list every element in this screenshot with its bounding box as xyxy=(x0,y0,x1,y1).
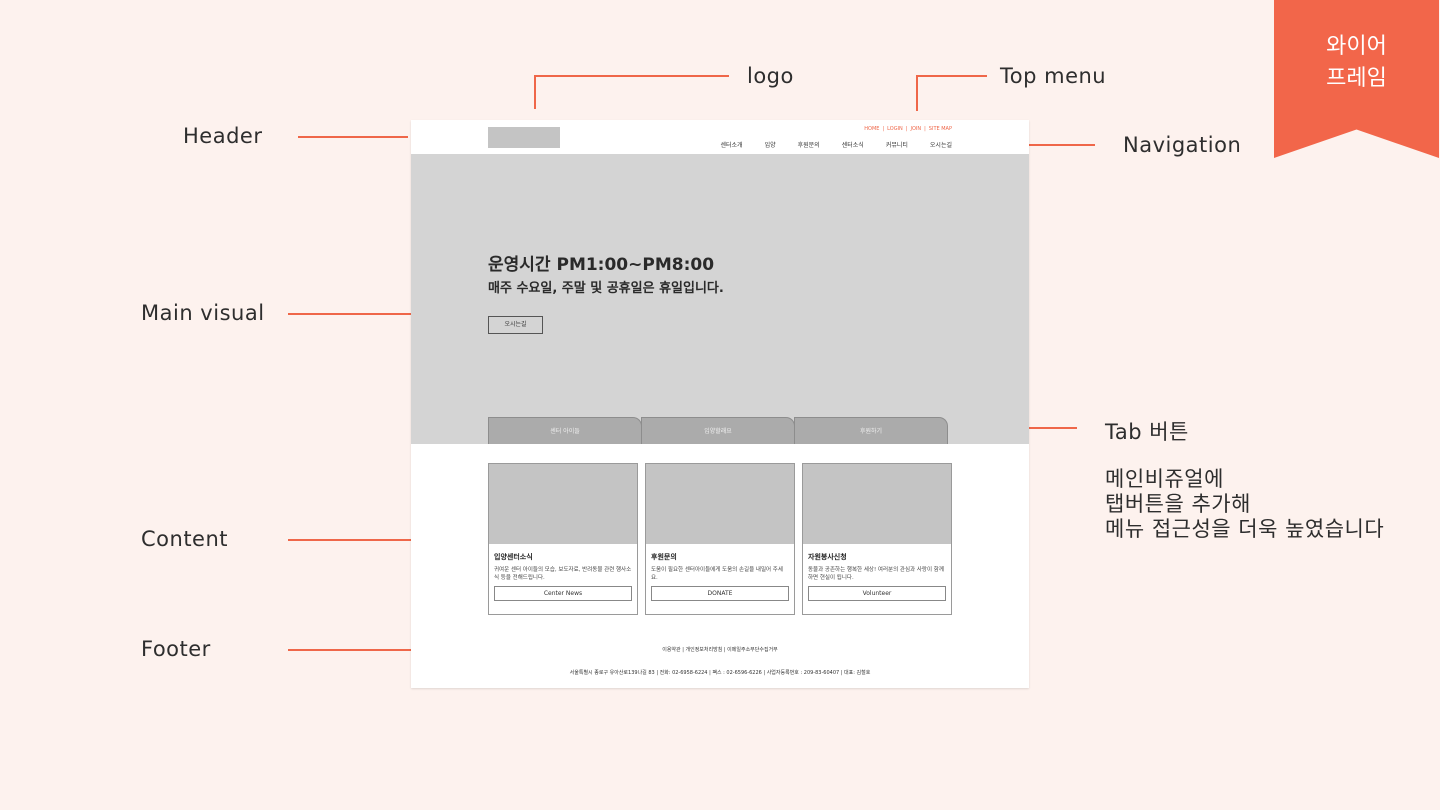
card-title: 후원문의 xyxy=(651,553,677,561)
tab-note-line-2: 탭버튼을 추가해 xyxy=(1105,492,1251,516)
card-volunteer: 자원봉사신청 동물과 공존하는 행복한 세상! 여러분의 관심과 사랑이 함께하… xyxy=(802,463,952,615)
wireframe-badge: 와이어 프레임 xyxy=(1274,0,1439,158)
top-menu: HOME | LOGIN | JOIN | SITE MAP xyxy=(864,126,952,132)
tab-note-line-3: 메뉴 접근성을 더욱 높였습니다 xyxy=(1105,517,1385,541)
badge-line-2: 프레임 xyxy=(1326,66,1387,91)
visual-headline: 운영시간 PM1:00~PM8:00 xyxy=(488,255,715,275)
wireframe-page: HOME | LOGIN | JOIN | SITE MAP 센터소개 입양 후… xyxy=(411,120,1029,688)
footer-address: 서울특별시 종로구 유아산로139나길 83 | 전화: 02-6958-622… xyxy=(569,670,871,676)
top-menu-home[interactable]: HOME xyxy=(864,126,879,132)
header-leader xyxy=(298,136,408,138)
card-description: 도움이 필요한 센터아이들에게 도움의 손길을 내밀어 주세요. xyxy=(651,567,783,581)
nav-item-donation-inquiry[interactable]: 후원문의 xyxy=(798,140,820,149)
top-menu-login[interactable]: LOGIN xyxy=(887,126,903,132)
card-title: 입양센터소식 xyxy=(494,553,533,561)
tab-donate[interactable]: 후원하기 xyxy=(794,417,948,444)
directions-button[interactable]: 오시는길 xyxy=(488,316,543,334)
footer-leader xyxy=(288,649,413,651)
main-navigation: 센터소개 입양 후원문의 센터소식 커뮤니티 오시는길 xyxy=(720,140,952,149)
badge-line-1: 와이어 xyxy=(1326,34,1387,59)
volunteer-button[interactable]: Volunteer xyxy=(808,586,946,601)
annotation-logo: logo xyxy=(747,64,794,88)
card-description: 귀여운 센터 아이들의 모습, 보도자료, 반려동물 관련 행사소식 등을 전해… xyxy=(494,567,632,581)
top-menu-leader-h xyxy=(916,75,987,77)
card-title: 자원봉사신청 xyxy=(808,553,847,561)
tab-center-animals[interactable]: 센터 아이들 xyxy=(488,417,642,444)
footer-links[interactable]: 이용약관 | 개인정보처리방침 | 이메일주소무단수집거부 xyxy=(411,646,1029,653)
annotation-footer: Footer xyxy=(141,637,211,661)
visual-subline: 매주 수요일, 주말 및 공휴일은 휴일입니다. xyxy=(488,281,724,296)
annotation-content: Content xyxy=(141,527,229,551)
annotation-main-visual: Main visual xyxy=(141,301,265,325)
nav-item-center-news[interactable]: 센터소식 xyxy=(842,140,864,149)
nav-item-adoption[interactable]: 입양 xyxy=(765,140,776,149)
nav-item-community[interactable]: 커뮤니티 xyxy=(886,140,908,149)
content-leader xyxy=(288,539,413,541)
nav-item-directions[interactable]: 오시는길 xyxy=(930,140,952,149)
tab-adopt[interactable]: 입양할래요 xyxy=(641,417,795,444)
top-menu-leader-v xyxy=(916,75,918,111)
annotation-tab-button: Tab 버튼 xyxy=(1105,420,1189,444)
top-menu-sitemap[interactable]: SITE MAP xyxy=(929,126,952,132)
main-visual: 운영시간 PM1:00~PM8:00 매주 수요일, 주말 및 공휴일은 휴일입… xyxy=(411,154,1029,444)
card-adoption-news: 입양센터소식 귀여운 센터 아이들의 모습, 보도자료, 반려동물 관련 행사소… xyxy=(488,463,638,615)
card-image-placeholder xyxy=(646,464,794,544)
card-image-placeholder xyxy=(489,464,637,544)
visual-tabs: 센터 아이들 입양할래요 후원하기 xyxy=(488,417,948,444)
top-menu-join[interactable]: JOIN xyxy=(910,126,921,132)
content-cards: 입양센터소식 귀여운 센터 아이들의 모습, 보도자료, 반려동물 관련 행사소… xyxy=(488,463,952,615)
main-visual-leader xyxy=(288,313,413,315)
annotation-top-menu: Top menu xyxy=(1000,64,1107,88)
logo-placeholder[interactable] xyxy=(488,127,560,148)
donate-button[interactable]: DONATE xyxy=(651,586,789,601)
annotation-tab-note: 메인비쥬얼에 탭버튼을 추가해 메뉴 접근성을 더욱 높였습니다 xyxy=(1105,467,1384,542)
card-description: 동물과 공존하는 행복한 세상! 여러분의 관심과 사랑이 함께하면 현실이 됩… xyxy=(808,567,944,581)
card-donation: 후원문의 도움이 필요한 센터아이들에게 도움의 손길을 내밀어 주세요. DO… xyxy=(645,463,795,615)
nav-item-center-intro[interactable]: 센터소개 xyxy=(720,140,742,149)
logo-leader-v xyxy=(534,75,536,109)
annotation-header: Header xyxy=(183,124,263,148)
logo-leader-h xyxy=(534,75,729,77)
tab-note-line-1: 메인비쥬얼에 xyxy=(1105,467,1224,491)
center-news-button[interactable]: Center News xyxy=(494,586,632,601)
annotation-navigation: Navigation xyxy=(1123,133,1242,157)
card-image-placeholder xyxy=(803,464,951,544)
